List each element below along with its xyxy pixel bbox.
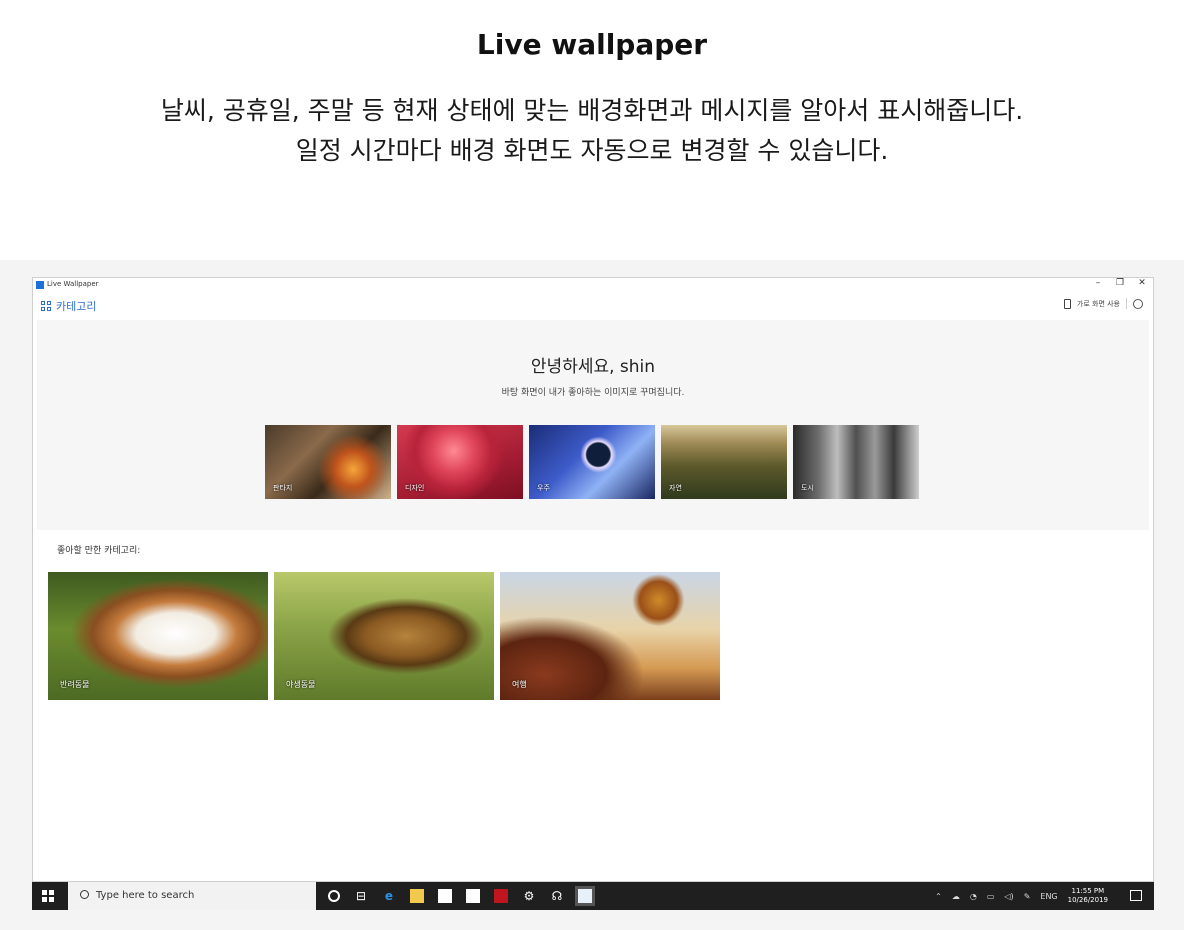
task-view-icon[interactable]: ⊟	[354, 889, 368, 903]
hero-banner: 안녕하세요, shin 바탕 화면이 내가 좋아하는 이미지로 꾸며집니다. 판…	[37, 320, 1149, 530]
live-wallpaper-app-icon[interactable]	[575, 886, 595, 906]
recommend-card-pets[interactable]: 반려동물	[48, 572, 268, 700]
thumbnail-city[interactable]: 도시	[793, 425, 919, 499]
file-explorer-icon[interactable]	[410, 889, 424, 903]
hero-greeting: 안녕하세요, shin	[530, 357, 656, 377]
thumbnail-label: 도시	[801, 484, 814, 492]
chevron-up-icon[interactable]: ⌃	[935, 892, 942, 901]
feedback-icon[interactable]: ☊	[550, 889, 564, 903]
thumbnail-label: 자연	[669, 484, 682, 492]
search-icon	[80, 890, 89, 899]
thumbnail-label: 우주	[537, 484, 550, 492]
description-line-2: 일정 시간마다 배경 화면도 자동으로 변경할 수 있습니다.	[295, 136, 889, 165]
page: Live wallpaper 날씨, 공휴일, 주말 등 현재 상태에 맞는 배…	[0, 0, 1184, 930]
close-button[interactable]: ✕	[1137, 278, 1147, 288]
grid-icon	[41, 300, 52, 312]
category-label: 카테고리	[56, 300, 97, 313]
taskbar-apps: ⊟ e ⚙ ☊	[328, 882, 595, 910]
category-nav[interactable]: 카테고리	[41, 298, 96, 314]
recommend-card-travel[interactable]: 여행	[500, 572, 720, 700]
clock-date: 10/26/2019	[1067, 896, 1108, 904]
thumbnail-design[interactable]: 디자인	[397, 425, 523, 499]
cortana-icon[interactable]	[328, 890, 340, 902]
tool-divider	[1126, 298, 1127, 309]
cloud-icon[interactable]: ☁	[952, 892, 960, 901]
app-window: Live Wallpaper – ❐ ✕ 카테고리 가로 화면 사용 안녕하세요…	[32, 277, 1154, 882]
minimize-button[interactable]: –	[1093, 278, 1103, 288]
search-placeholder: Type here to search	[96, 890, 195, 901]
page-title: Live wallpaper	[476, 28, 708, 61]
language-indicator[interactable]: ENG	[1040, 892, 1057, 901]
maximize-button[interactable]: ❐	[1115, 278, 1125, 288]
recommend-card-label: 반려동물	[60, 680, 90, 689]
settings-icon[interactable]	[1133, 298, 1143, 309]
recommend-cards: 반려동물 야생동물 여행	[48, 572, 720, 700]
description-line-1: 날씨, 공휴일, 주말 등 현재 상태에 맞는 배경화면과 메시지를 알아서 표…	[160, 96, 1024, 125]
titlebar: Live Wallpaper – ❐ ✕	[33, 278, 1153, 292]
network-icon[interactable]: ◔	[970, 892, 977, 901]
window-title: Live Wallpaper	[47, 280, 99, 288]
recommend-heading: 좋아할 만한 카테고리:	[57, 546, 141, 556]
window-controls: – ❐ ✕	[1093, 278, 1147, 288]
taskbar-search[interactable]: Type here to search	[68, 882, 316, 910]
clock-time: 11:55 PM	[1071, 887, 1105, 895]
pen-icon[interactable]: ✎	[1024, 892, 1031, 901]
thumbnail-label: 판타지	[273, 484, 293, 492]
app-icon	[36, 281, 44, 289]
phone-label[interactable]: 가로 화면 사용	[1077, 299, 1120, 309]
thumbnail-nature[interactable]: 자연	[661, 425, 787, 499]
notification-icon[interactable]	[1130, 890, 1142, 901]
mail-icon[interactable]	[466, 889, 480, 903]
settings-gear-icon[interactable]: ⚙	[522, 889, 536, 903]
page-header: Live wallpaper 날씨, 공휴일, 주말 등 현재 상태에 맞는 배…	[0, 28, 1184, 171]
system-tray: ⌃ ☁ ◔ ▭ ◁) ✎ ENG 11:55 PM 10/26/2019	[935, 882, 1108, 910]
store-icon[interactable]	[438, 889, 452, 903]
phone-icon[interactable]	[1063, 298, 1071, 309]
battery-icon[interactable]: ▭	[987, 892, 995, 901]
thumbnail-space[interactable]: 우주	[529, 425, 655, 499]
recommend-card-wildlife[interactable]: 야생동물	[274, 572, 494, 700]
thumbnail-label: 디자인	[405, 484, 425, 492]
edge-icon[interactable]: e	[382, 889, 396, 903]
recommend-card-label: 여행	[512, 680, 527, 689]
page-description: 날씨, 공휴일, 주말 등 현재 상태에 맞는 배경화면과 메시지를 알아서 표…	[0, 91, 1184, 171]
thumbnail-fantasy[interactable]: 판타지	[265, 425, 391, 499]
clock[interactable]: 11:55 PM 10/26/2019	[1068, 887, 1108, 905]
top-right-tools: 가로 화면 사용	[1063, 298, 1143, 309]
mcafee-icon[interactable]	[494, 889, 508, 903]
recommend-card-label: 야생동물	[286, 680, 316, 689]
hero-subtitle: 바탕 화면이 내가 좋아하는 이미지로 꾸며집니다.	[501, 388, 685, 398]
windows-start-icon[interactable]	[42, 890, 54, 902]
category-thumbnails: 판타지 디자인 우주 자연 도시	[265, 425, 919, 499]
volume-icon[interactable]: ◁)	[1004, 892, 1013, 901]
taskbar: Type here to search ⊟ e ⚙ ☊ ⌃ ☁ ◔ ▭ ◁) ✎…	[32, 882, 1154, 910]
